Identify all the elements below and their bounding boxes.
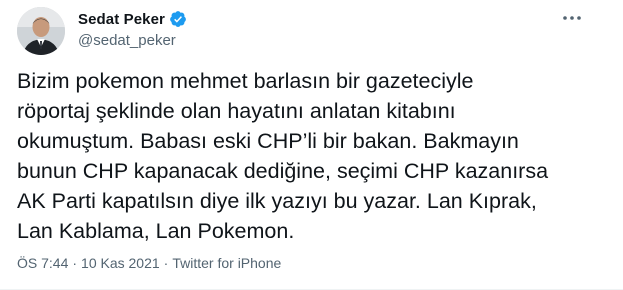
tweet-card: Sedat Peker @sedat_peker Bizim pokemon m… <box>0 0 623 290</box>
author-block: Sedat Peker @sedat_peker <box>78 9 187 49</box>
verified-badge-icon <box>169 10 187 28</box>
meta-separator: · <box>163 255 169 271</box>
avatar[interactable] <box>17 7 65 55</box>
tweet-source[interactable]: Twitter for iPhone <box>172 255 281 271</box>
more-options-icon[interactable] <box>561 10 583 26</box>
display-name[interactable]: Sedat Peker <box>78 11 165 28</box>
tweet-meta: ÖS 7:44 · 10 Kas 2021 · Twitter for iPho… <box>17 255 281 271</box>
name-row: Sedat Peker <box>78 9 187 29</box>
tweet-time[interactable]: ÖS 7:44 <box>17 255 68 271</box>
meta-separator: · <box>72 255 78 271</box>
handle[interactable]: @sedat_peker <box>78 32 187 49</box>
profile-photo-icon <box>17 7 65 55</box>
tweet-text: Bizim pokemon mehmet barlasın bir gazete… <box>17 69 549 243</box>
tweet-date[interactable]: 10 Kas 2021 <box>81 255 160 271</box>
